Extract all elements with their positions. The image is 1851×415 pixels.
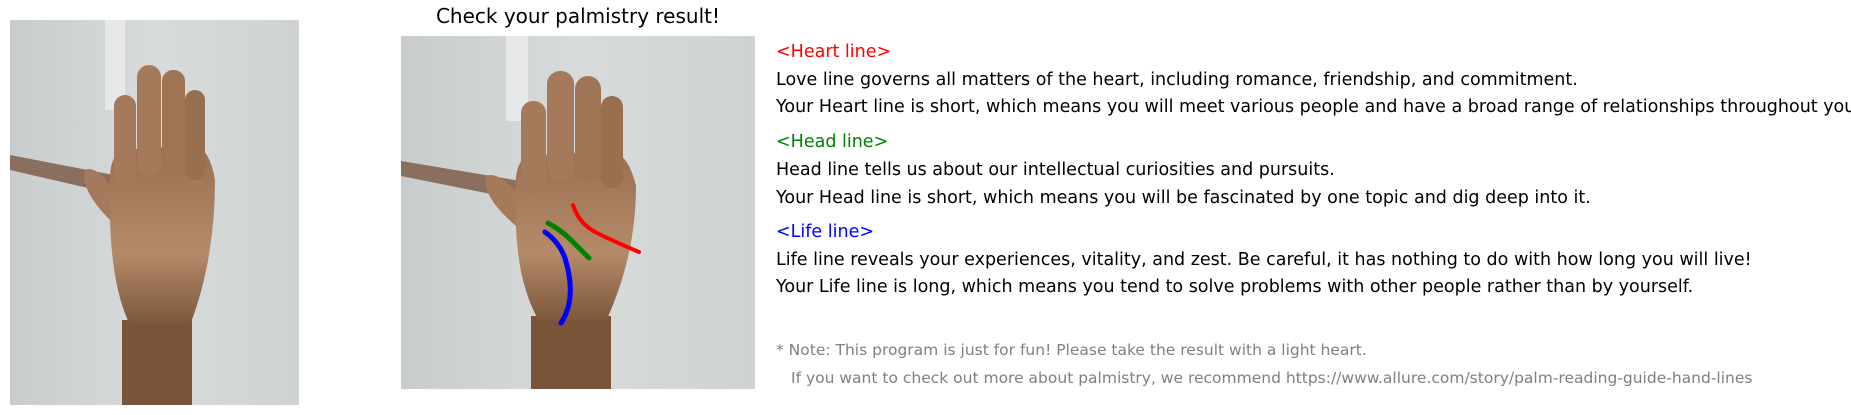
annotated-hand-photo	[401, 36, 755, 389]
life-line-description: Life line reveals your experiences, vita…	[776, 250, 1752, 270]
heart-line-result: Your Heart line is short, which means yo…	[776, 97, 1851, 117]
original-hand-photo	[10, 20, 299, 405]
heart-line-heading: <Heart line>	[776, 42, 892, 62]
heart-line-description: Love line governs all matters of the hea…	[776, 70, 1578, 90]
disclaimer-note: * Note: This program is just for fun! Pl…	[776, 341, 1367, 359]
head-line-result: Your Head line is short, which means you…	[776, 188, 1591, 208]
head-line-heading: <Head line>	[776, 132, 889, 152]
reference-note: If you want to check out more about palm…	[791, 369, 1753, 387]
head-line-description: Head line tells us about our intellectua…	[776, 160, 1335, 180]
life-line-heading: <Life line>	[776, 222, 875, 242]
result-title: Check your palmistry result!	[435, 4, 721, 28]
life-line-result: Your Life line is long, which means you …	[776, 277, 1694, 297]
